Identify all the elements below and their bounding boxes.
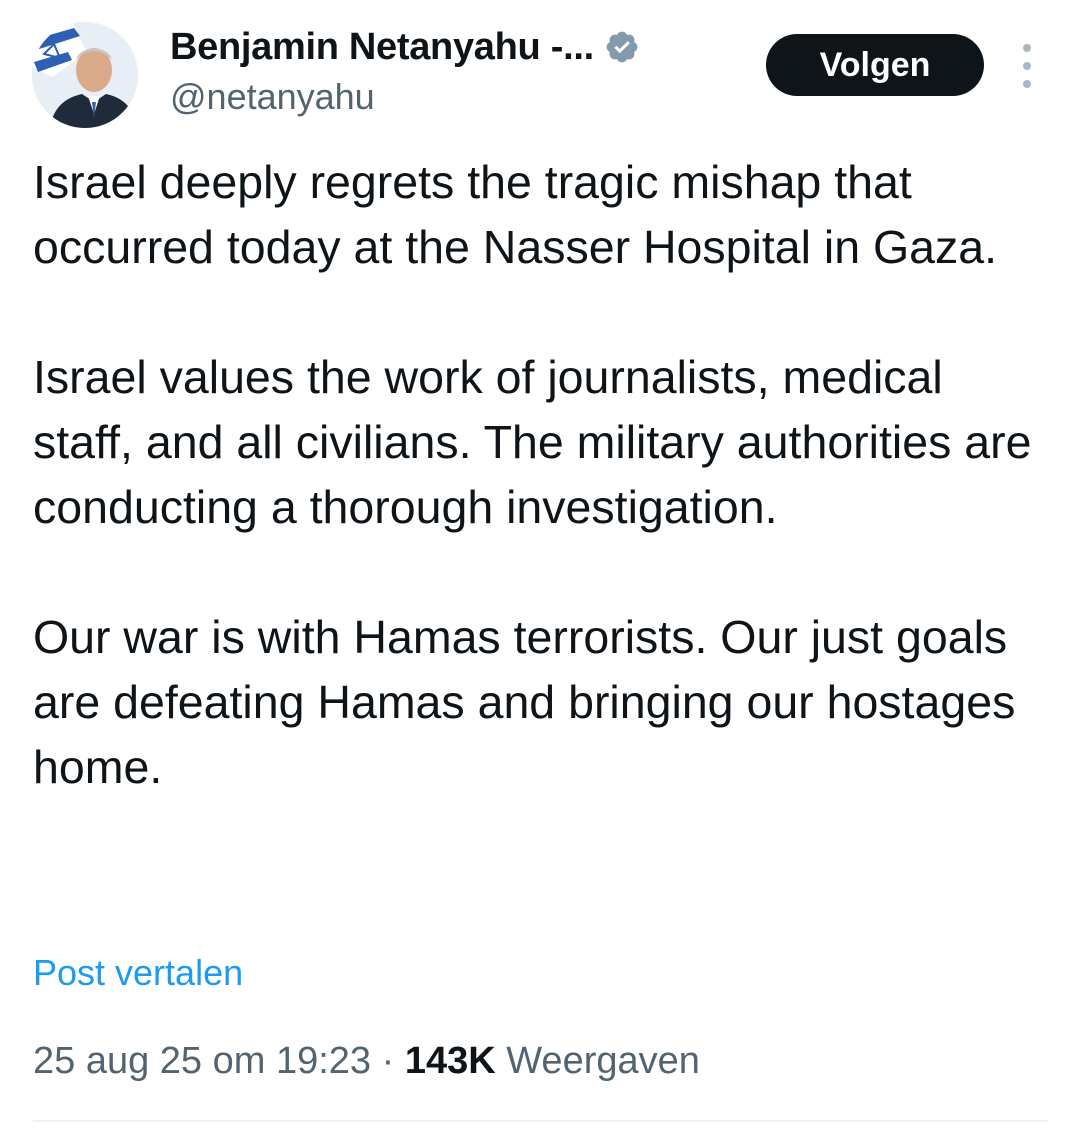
author-display-name[interactable]: Benjamin Netanyahu -... xyxy=(170,26,594,69)
divider xyxy=(33,1120,1048,1122)
views-count[interactable]: 143K xyxy=(405,1040,496,1082)
more-dot xyxy=(1023,44,1031,52)
verified-badge-icon xyxy=(604,29,640,65)
more-vertical-icon[interactable] xyxy=(1012,44,1042,88)
translate-post-link[interactable]: Post vertalen xyxy=(33,952,243,994)
tweet-paragraph: Our war is with Hamas terrorists. Our ju… xyxy=(33,611,1016,793)
tweet-paragraph: Israel deeply regrets the tragic mishap … xyxy=(33,156,998,273)
views-label: Weergaven xyxy=(506,1040,700,1082)
tweet-header: Benjamin Netanyahu -... @netanyahu Volge… xyxy=(0,0,1080,140)
avatar-photo xyxy=(32,22,138,128)
tweet-body: Israel deeply regrets the tragic mishap … xyxy=(33,150,1043,800)
more-dot xyxy=(1023,62,1031,70)
avatar[interactable] xyxy=(32,22,138,128)
meta-separator: · xyxy=(381,1040,395,1082)
more-dot xyxy=(1023,80,1031,88)
tweet-meta: 25 aug 25 om 19:23 · 143K Weergaven xyxy=(33,1040,700,1083)
author-name-row: Benjamin Netanyahu -... xyxy=(170,22,640,72)
author-handle[interactable]: @netanyahu xyxy=(170,76,375,118)
tweet-timestamp[interactable]: 25 aug 25 om 19:23 xyxy=(33,1040,371,1082)
tweet-paragraph: Israel values the work of journalists, m… xyxy=(33,351,1032,533)
follow-button[interactable]: Volgen xyxy=(766,34,984,96)
